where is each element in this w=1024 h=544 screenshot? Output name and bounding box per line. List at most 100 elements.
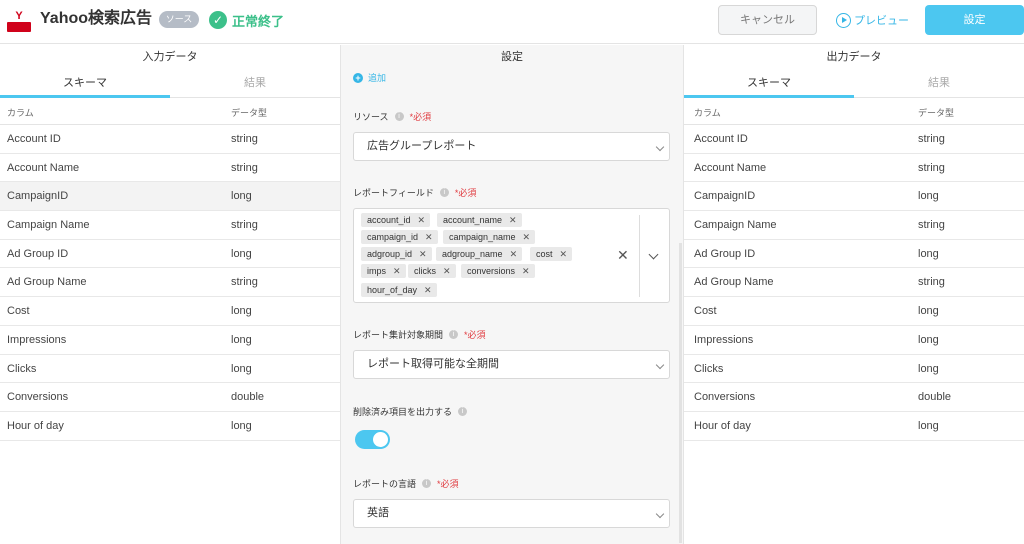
report-fields-label: レポートフィールド i *必須 [353,186,476,199]
info-icon[interactable]: i [422,479,432,488]
label-text: レポートの言語 [353,479,417,489]
table-row[interactable]: Ad Group ID long [684,240,1024,269]
table-row[interactable]: Impressions long [0,326,340,355]
table-row[interactable]: CampaignID long [0,182,340,212]
language-select[interactable]: 英語 [353,499,670,528]
table-row[interactable]: Cost long [684,297,1024,326]
page-title: Yahoo検索広告 [40,10,153,27]
info-icon[interactable]: i [394,112,404,121]
table-row[interactable]: Hour of day long [684,412,1024,441]
cell-type: string [231,161,258,174]
remove-chip-icon[interactable]: ✕ [418,213,426,227]
chip-label: adgroup_id [367,249,413,259]
chevron-down-icon[interactable] [648,249,659,260]
remove-chip-icon[interactable]: ✕ [560,247,568,261]
field-chip[interactable]: adgroup_name ✕ [436,247,523,261]
table-row[interactable]: Conversions double [0,383,340,412]
cell-type: long [918,419,939,432]
field-chip[interactable]: clicks ✕ [408,264,456,278]
plus-circle-icon: + [353,72,363,83]
field-chip[interactable]: cost ✕ [530,247,573,261]
remove-chip-icon[interactable]: ✕ [523,230,531,244]
cell-name: Conversions [7,391,69,404]
table-row[interactable]: Conversions double [684,383,1024,412]
remove-chip-icon[interactable]: ✕ [510,247,518,261]
remove-chip-icon[interactable]: ✕ [424,283,432,297]
label-text: リソース [353,112,389,122]
select-value: レポート取得可能な全期間 [367,358,499,370]
cancel-button[interactable]: キャンセル [718,5,817,35]
cell-name: Ad Group ID [694,247,756,260]
scrollbar[interactable] [679,243,682,543]
tab-results[interactable]: 結果 [854,71,1024,97]
table-row[interactable]: Clicks long [0,355,340,384]
cell-name: Impressions [694,333,754,346]
tab-results[interactable]: 結果 [170,71,340,97]
table-row[interactable]: CampaignID long [684,182,1024,212]
table-row[interactable]: Impressions long [684,326,1024,355]
field-chip[interactable]: campaign_name ✕ [443,230,536,244]
column-header-type: データ型 [231,108,268,118]
cell-type: string [231,219,258,232]
table-row[interactable]: Hour of day long [0,412,340,441]
table-row[interactable]: Campaign Name string [684,211,1024,240]
field-chip[interactable]: campaign_id ✕ [361,230,438,244]
field-chip[interactable]: account_id ✕ [361,213,431,227]
info-icon[interactable]: i [449,330,459,339]
field-chip[interactable]: adgroup_id ✕ [361,247,432,261]
cell-name: Clicks [694,362,724,375]
required-mark: *必須 [454,188,477,198]
resource-select[interactable]: 広告グループレポート [353,132,670,161]
tab-schema[interactable]: スキーマ [684,71,854,98]
field-chip[interactable]: account_name ✕ [437,213,522,227]
field-chip[interactable]: hour_of_day ✕ [361,283,437,297]
chip-label: campaign_name [449,232,516,242]
cell-type: long [231,190,252,203]
report-fields-multiselect[interactable]: account_id ✕ account_name ✕ campaign_id ✕ c… [353,208,670,303]
cell-name: Hour of day [694,419,751,432]
cell-name: Conversions [694,391,756,404]
preview-button[interactable]: プレビュー [836,9,909,31]
app-header: Y Yahoo検索広告 ソース ✓ 正常終了 キャンセル プレビュー 設定 [0,0,1024,44]
tab-schema[interactable]: スキーマ [0,71,170,98]
language-label: レポートの言語 i *必須 [353,477,459,490]
add-button[interactable]: + 追加 [353,71,386,84]
table-row[interactable]: Cost long [0,297,340,326]
remove-chip-icon[interactable]: ✕ [393,264,401,278]
cell-name: Ad Group ID [7,247,69,260]
info-icon[interactable]: i [458,407,468,416]
chip-label: hour_of_day [367,285,418,295]
table-row[interactable]: Account ID string [684,125,1024,154]
remove-chip-icon[interactable]: ✕ [509,213,517,227]
required-mark: *必須 [437,479,459,489]
remove-chip-icon[interactable]: ✕ [443,264,451,278]
table-row[interactable]: Campaign Name string [0,211,340,240]
field-chip[interactable]: conversions ✕ [461,264,535,278]
tab-bar: スキーマ 結果 [0,71,340,98]
remove-chip-icon[interactable]: ✕ [419,247,427,261]
label-text: レポート集計対象期間 [353,330,444,340]
table-row[interactable]: Account Name string [684,154,1024,183]
table-row[interactable]: Account ID string [0,125,340,154]
cell-type: double [231,391,265,404]
table-row[interactable]: Ad Group ID long [0,240,340,269]
table-row[interactable]: Ad Group Name string [0,268,340,298]
deleted-items-toggle[interactable] [355,430,390,449]
remove-chip-icon[interactable]: ✕ [425,230,433,244]
chevron-down-icon [655,360,665,370]
cell-type: string [918,276,945,289]
cell-type: double [918,391,952,404]
table-row[interactable]: Account Name string [0,154,340,183]
info-icon[interactable]: i [439,188,449,197]
table-row[interactable]: Clicks long [684,355,1024,384]
field-chip[interactable]: imps ✕ [361,264,406,278]
cell-type: long [231,333,252,346]
remove-chip-icon[interactable]: ✕ [522,264,530,278]
clear-all-icon[interactable]: ✕ [617,247,629,264]
settings-button[interactable]: 設定 [925,5,1024,35]
cell-name: Account Name [7,161,80,174]
label-text: レポートフィールド [353,188,434,198]
cell-type: long [231,419,252,432]
table-row[interactable]: Ad Group Name string [684,268,1024,298]
period-select[interactable]: レポート取得可能な全期間 [353,350,670,379]
